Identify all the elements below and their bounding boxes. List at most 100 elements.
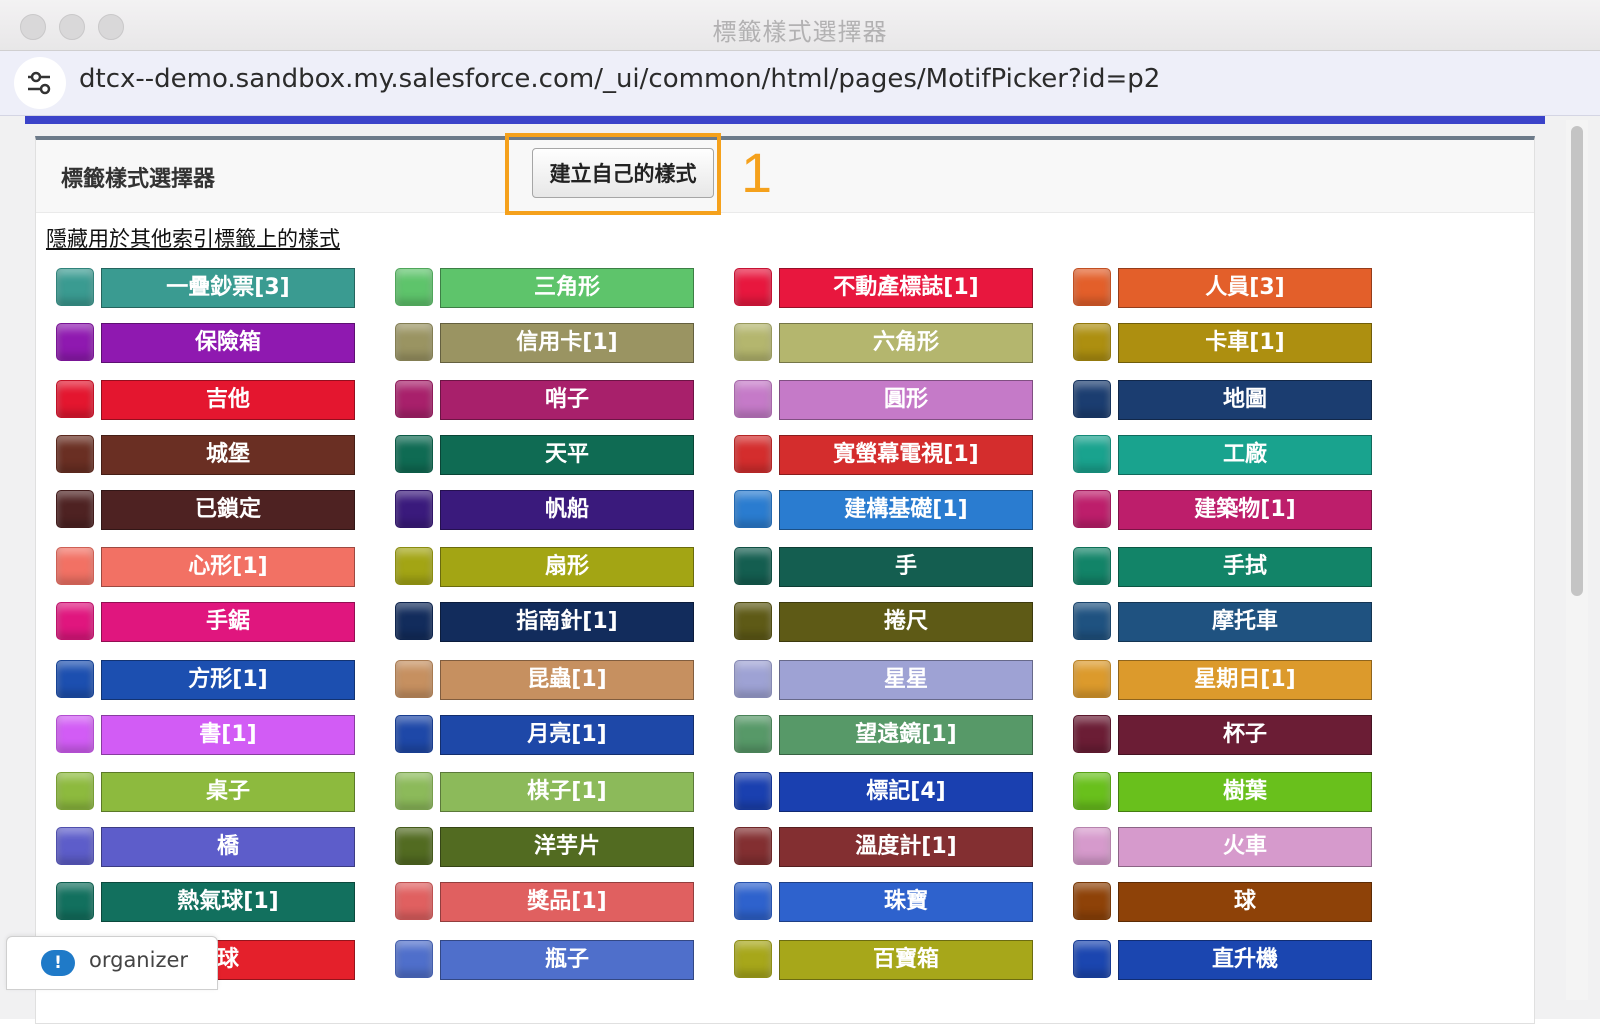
motif-option[interactable]: 書[1] [56, 715, 356, 755]
motif-label: 火車 [1118, 827, 1372, 867]
motif-option[interactable]: 珠寶 [734, 882, 1034, 922]
motif-option[interactable]: 天平 [395, 435, 695, 475]
organizer-button[interactable]: ! organizer [6, 936, 218, 990]
scrollbar-thumb[interactable] [1571, 126, 1583, 596]
site-settings-button[interactable] [14, 57, 66, 109]
motif-option[interactable]: 城堡 [56, 435, 356, 475]
motif-option[interactable]: 六角形 [734, 323, 1034, 363]
motif-option[interactable]: 扇形 [395, 547, 695, 587]
fan-icon [395, 547, 433, 585]
motif-label: 棋子[1] [440, 772, 694, 812]
motif-label: 珠寶 [779, 882, 1033, 922]
hide-used-styles-link[interactable]: 隱藏用於其他索引標籤上的樣式 [46, 223, 340, 253]
create-own-style-button[interactable]: 建立自己的樣式 [532, 148, 714, 198]
motif-option[interactable]: 熱氣球[1] [56, 882, 356, 922]
motif-option[interactable]: 獎品[1] [395, 882, 695, 922]
motif-label: 桌子 [101, 772, 355, 812]
panel-header: 標籤樣式選擇器 建立自己的樣式 1 [36, 133, 1534, 215]
motif-option[interactable]: 哨子 [395, 380, 695, 420]
insect-icon [395, 660, 433, 698]
motif-option[interactable]: 建築物[1] [1073, 490, 1373, 530]
motif-option[interactable]: 卡車[1] [1073, 323, 1373, 363]
motif-option[interactable]: 月亮[1] [395, 715, 695, 755]
motif-label: 天平 [440, 435, 694, 475]
motif-option[interactable]: 橋 [56, 827, 356, 867]
motif-option[interactable]: 昆蟲[1] [395, 660, 695, 700]
motif-option[interactable]: 洋芋片 [395, 827, 695, 867]
motif-option[interactable]: 保險箱 [56, 323, 356, 363]
motif-label: 月亮[1] [440, 715, 694, 755]
motif-option[interactable]: 樹葉 [1073, 772, 1373, 812]
widescreen-tv-icon [734, 435, 772, 473]
motif-option[interactable]: 地圖 [1073, 380, 1373, 420]
guitar-icon [56, 380, 94, 418]
hand-wave-icon [1073, 547, 1111, 585]
motif-option[interactable]: 手拭 [1073, 547, 1373, 587]
motif-option[interactable]: 摩托車 [1073, 602, 1373, 642]
real-estate-sign-icon [734, 268, 772, 306]
handsaw-icon [56, 602, 94, 640]
motif-option[interactable]: 一疊鈔票[3] [56, 268, 356, 308]
books-icon [56, 715, 94, 753]
motif-option[interactable]: 工廠 [1073, 435, 1373, 475]
motif-option[interactable]: 信用卡[1] [395, 323, 695, 363]
url-text[interactable]: dtcx--demo.sandbox.my.salesforce.com/_ui… [79, 64, 1160, 94]
motif-label: 方形[1] [101, 660, 355, 700]
motif-label: 球 [1118, 882, 1372, 922]
motif-label: 星期日[1] [1118, 660, 1372, 700]
panel-title: 標籤樣式選擇器 [61, 167, 216, 192]
motif-option[interactable]: 已鎖定 [56, 490, 356, 530]
motif-label: 百寶箱 [779, 940, 1033, 980]
vertical-scrollbar[interactable] [1566, 120, 1588, 1000]
motif-option[interactable]: 桌子 [56, 772, 356, 812]
triangle-icon [395, 268, 433, 306]
motif-option[interactable]: 寬螢幕電視[1] [734, 435, 1034, 475]
motif-option[interactable]: 帆船 [395, 490, 695, 530]
motif-label: 昆蟲[1] [440, 660, 694, 700]
motif-label: 直升機 [1118, 940, 1372, 980]
motif-option[interactable]: 人員[3] [1073, 268, 1373, 308]
motif-label: 摩托車 [1118, 602, 1372, 642]
motif-option[interactable]: 瓶子 [395, 940, 695, 980]
motif-option[interactable]: 吉他 [56, 380, 356, 420]
motif-option[interactable]: 棋子[1] [395, 772, 695, 812]
circle-icon [734, 380, 772, 418]
motif-option[interactable]: 直升機 [1073, 940, 1373, 980]
motif-option[interactable]: 圓形 [734, 380, 1034, 420]
motif-option[interactable]: 百寶箱 [734, 940, 1034, 980]
motif-option[interactable]: 手 [734, 547, 1034, 587]
motif-option[interactable]: 望遠鏡[1] [734, 715, 1034, 755]
motif-option[interactable]: 手鋸 [56, 602, 356, 642]
motif-option[interactable]: 三角形 [395, 268, 695, 308]
motif-option[interactable]: 心形[1] [56, 547, 356, 587]
annotation-step-number: 1 [741, 141, 773, 204]
motif-label: 洋芋片 [440, 827, 694, 867]
telescope-icon [734, 715, 772, 753]
motif-option[interactable]: 溫度計[1] [734, 827, 1034, 867]
motif-label: 標記[4] [779, 772, 1033, 812]
credit-card-icon [395, 323, 433, 361]
motif-option[interactable]: 杯子 [1073, 715, 1373, 755]
motif-label: 信用卡[1] [440, 323, 694, 363]
motif-option[interactable]: 星期日[1] [1073, 660, 1373, 700]
safe-icon [56, 323, 94, 361]
motif-option[interactable]: 不動產標誌[1] [734, 268, 1034, 308]
motif-option[interactable]: 捲尺 [734, 602, 1034, 642]
header-accent-line [25, 116, 1545, 124]
factory-icon [1073, 435, 1111, 473]
motif-option[interactable]: 指南針[1] [395, 602, 695, 642]
motif-option[interactable]: 建構基礎[1] [734, 490, 1034, 530]
site-settings-icon [28, 71, 51, 95]
motif-option[interactable]: 標記[4] [734, 772, 1034, 812]
treasure-chest-icon [734, 940, 772, 978]
star-icon [734, 660, 772, 698]
lock-icon [56, 490, 94, 528]
buildings-icon [1073, 490, 1111, 528]
motif-option[interactable]: 方形[1] [56, 660, 356, 700]
bridge-icon [56, 827, 94, 865]
chips-icon [395, 827, 433, 865]
motif-option[interactable]: 火車 [1073, 827, 1373, 867]
motif-option[interactable]: 球 [1073, 882, 1373, 922]
motif-option[interactable]: 星星 [734, 660, 1034, 700]
desk-icon [56, 772, 94, 810]
